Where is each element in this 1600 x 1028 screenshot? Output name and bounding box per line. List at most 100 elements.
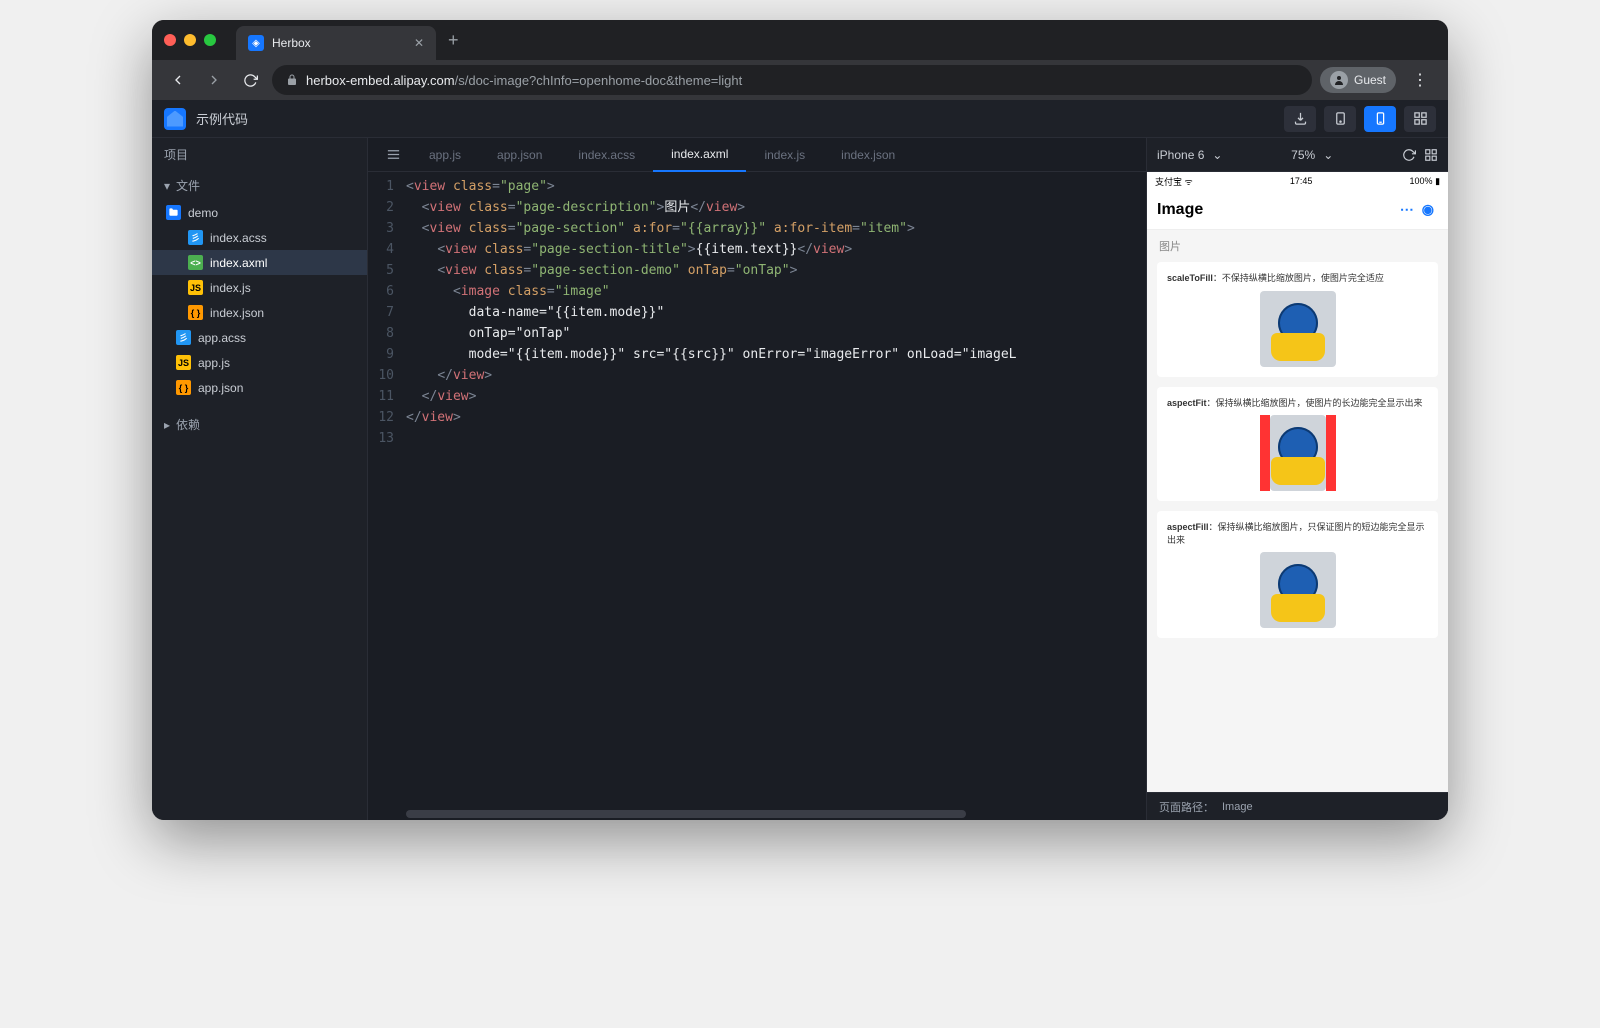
section-label: 图片 [1147,230,1448,262]
favicon-icon [248,35,264,51]
app-header: 示例代码 [152,100,1448,138]
js-file-icon: JS [188,280,203,295]
traffic-lights [164,34,216,46]
horizontal-scrollbar[interactable] [368,808,1146,820]
code-line: 6 <image class="image" [368,281,1146,302]
acss-file-icon: 彡 [176,330,191,345]
preview-grid-button[interactable] [1424,148,1438,162]
editor-tab-index-axml[interactable]: index.axml [653,138,746,172]
back-button[interactable] [164,66,192,94]
file-index-acss[interactable]: 彡 index.acss [152,225,367,250]
editor-tab-app-json[interactable]: app.json [479,138,560,172]
browser-tab-active[interactable]: Herbox ✕ [236,26,436,60]
code-line: 11 </view> [368,386,1146,407]
card-title: aspectFill：保持纵横比缩放图片，只保证图片的短边能完全显示出来 [1167,521,1428,546]
code-line: 10 </view> [368,365,1146,386]
preview-image [1260,415,1336,491]
file-index-axml[interactable]: <> index.axml [152,250,367,275]
preview-pane: iPhone 6 ⌄ 75% ⌄ 支付宝 ᯤ 17:45 [1146,138,1448,820]
editor-tab-app-js[interactable]: app.js [411,138,479,172]
url-text: herbox-embed.alipay.com/s/doc-image?chIn… [306,73,742,88]
json-file-icon: { } [176,380,191,395]
editor-tab-index-json[interactable]: index.json [823,138,913,172]
app-logo-icon [164,108,186,130]
card-title: aspectFit：保持纵横比缩放图片，使图片的长边能完全显示出来 [1167,397,1428,410]
file-app-acss[interactable]: 彡 app.acss [152,325,367,350]
browser-window: Herbox ✕ + herbox-embed.alipay.com/s/doc… [152,20,1448,820]
preview-image [1260,291,1336,367]
files-section-header[interactable]: ▾ 文件 [152,171,367,200]
scan-button[interactable] [1324,106,1356,132]
profile-button[interactable]: Guest [1320,67,1396,93]
editor-menu-button[interactable] [376,147,411,162]
chevron-down-icon: ▾ [164,179,170,193]
chevron-down-icon: ⌄ [1323,148,1333,162]
preview-footer: 页面路径： Image [1147,792,1448,820]
sidebar: 项目 ▾ 文件 demo 彡 index.acss <> index.axml … [152,138,368,820]
mobile-preview-button[interactable] [1364,106,1396,132]
chevron-down-icon: ⌄ [1212,148,1222,162]
footer-label: 页面路径： [1159,799,1214,815]
chevron-right-icon: ▸ [164,418,170,432]
json-file-icon: { } [188,305,203,320]
minimize-window-button[interactable] [184,34,196,46]
preview-card-scaletofill: scaleToFill：不保持纵横比缩放图片，使图片完全适应 [1157,262,1438,377]
status-battery: 100% ▮ [1410,176,1440,187]
guest-avatar-icon [1330,71,1348,89]
guest-label: Guest [1354,73,1386,87]
navbar: Image ⋯ ◉ [1147,190,1448,230]
close-window-button[interactable] [164,34,176,46]
code-line: 5 <view class="page-section-demo" onTap=… [368,260,1146,281]
code-line: 9 mode="{{item.mode}}" src="{{src}}" onE… [368,344,1146,365]
carrier-label: 支付宝 ᯤ [1155,175,1193,188]
new-tab-button[interactable]: + [436,30,471,51]
status-time: 17:45 [1290,176,1313,186]
folder-demo[interactable]: demo [152,200,367,225]
close-tab-button[interactable]: ✕ [414,36,424,50]
app-actions [1284,106,1436,132]
preview-card-aspectfit: aspectFit：保持纵横比缩放图片，使图片的长边能完全显示出来 [1157,387,1438,502]
preview-toolbar: iPhone 6 ⌄ 75% ⌄ [1147,138,1448,172]
code-line: 3 <view class="page-section" a:for="{{ar… [368,218,1146,239]
device-selector[interactable]: iPhone 6 [1157,148,1204,162]
code-line: 1<view class="page"> [368,176,1146,197]
code-line: 12</view> [368,407,1146,428]
url-input[interactable]: herbox-embed.alipay.com/s/doc-image?chIn… [272,65,1312,95]
more-icon[interactable]: ⋯ [1396,201,1418,218]
code-line: 7 data-name="{{item.mode}}" [368,302,1146,323]
code-line: 8 onTap="onTap" [368,323,1146,344]
address-bar: herbox-embed.alipay.com/s/doc-image?chIn… [152,60,1448,100]
close-circle-icon[interactable]: ◉ [1418,201,1438,218]
file-index-js[interactable]: JS index.js [152,275,367,300]
file-index-json[interactable]: { } index.json [152,300,367,325]
preview-image [1260,552,1336,628]
device-frame: 支付宝 ᯤ 17:45 100% ▮ Image ⋯ ◉ 图片 scaleToF… [1147,172,1448,792]
download-button[interactable] [1284,106,1316,132]
code-line: 4 <view class="page-section-title">{{ite… [368,239,1146,260]
folder-icon [166,205,181,220]
code-line: 2 <view class="page-description">图片</vie… [368,197,1146,218]
tab-strip: Herbox ✕ + [236,20,471,60]
code-editor[interactable]: 1<view class="page">2 <view class="page-… [368,172,1146,808]
editor-area: app.js app.json index.acss index.axml in… [368,138,1146,820]
reload-button[interactable] [236,66,264,94]
forward-button[interactable] [200,66,228,94]
lock-icon [286,74,298,86]
preview-reload-button[interactable] [1402,148,1416,162]
acss-file-icon: 彡 [188,230,203,245]
footer-path: Image [1222,801,1253,813]
browser-menu-button[interactable]: ⋮ [1404,70,1436,90]
deps-section-header[interactable]: ▸ 依赖 [152,410,367,439]
axml-file-icon: <> [188,255,203,270]
titlebar: Herbox ✕ + [152,20,1448,60]
grid-view-button[interactable] [1404,106,1436,132]
editor-tab-index-js[interactable]: index.js [746,138,823,172]
card-title: scaleToFill：不保持纵横比缩放图片，使图片完全适应 [1167,272,1428,285]
editor-tab-index-acss[interactable]: index.acss [560,138,653,172]
file-app-js[interactable]: JS app.js [152,350,367,375]
file-app-json[interactable]: { } app.json [152,375,367,400]
js-file-icon: JS [176,355,191,370]
zoom-selector[interactable]: 75% [1291,148,1315,162]
editor-tabs: app.js app.json index.acss index.axml in… [368,138,1146,172]
maximize-window-button[interactable] [204,34,216,46]
